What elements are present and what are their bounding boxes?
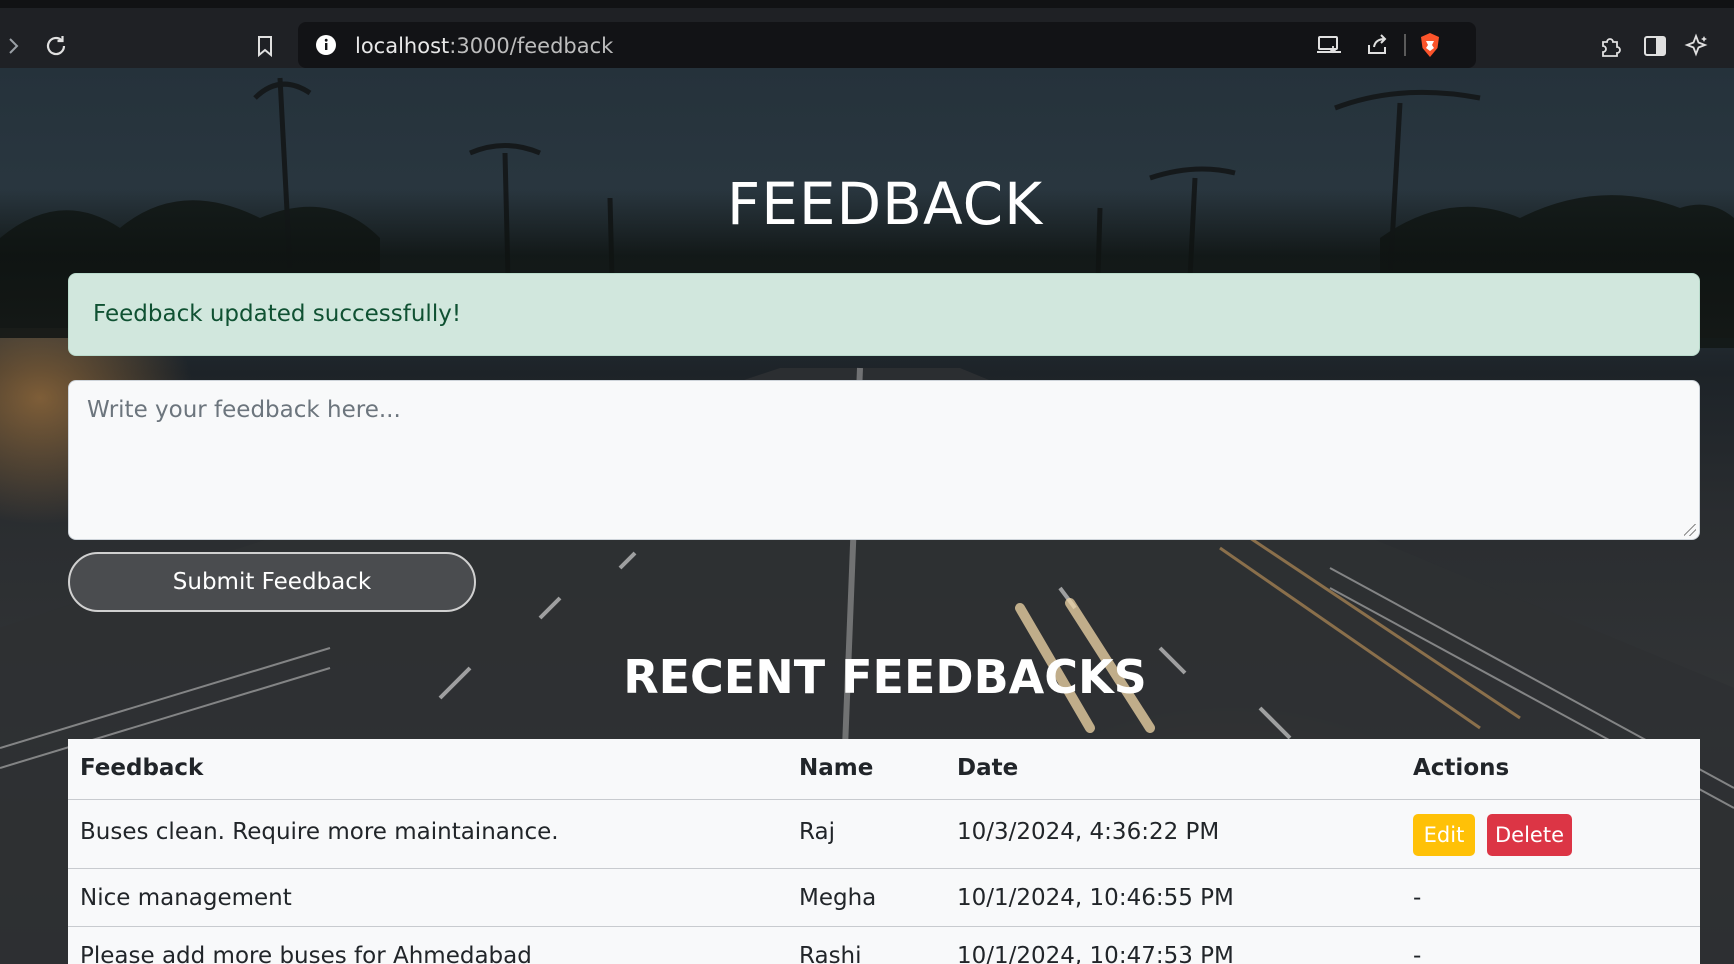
leo-icon[interactable] <box>1683 32 1711 60</box>
table-row: Buses clean. Require more maintainance. … <box>68 800 1700 869</box>
reload-icon[interactable] <box>42 32 70 60</box>
row-actions: - <box>1413 943 1422 964</box>
success-alert: Feedback updated successfully! <box>68 273 1700 356</box>
feedback-placeholder: Write your feedback here... <box>87 397 401 423</box>
feedback-table: Feedback Name Date Actions Buses clean. … <box>68 739 1700 964</box>
row-feedback: Nice management <box>80 885 292 911</box>
url-host: localhost <box>355 34 450 58</box>
resize-handle-icon[interactable] <box>1684 524 1696 536</box>
table-row: Nice management Megha 10/1/2024, 10:46:5… <box>68 869 1700 927</box>
share-icon[interactable] <box>1363 31 1391 59</box>
table-header: Feedback Name Date Actions <box>68 739 1700 800</box>
extensions-icon[interactable] <box>1596 32 1624 60</box>
url-path: :3000/feedback <box>449 34 614 58</box>
row-actions: - <box>1413 885 1422 911</box>
row-name: Megha <box>799 885 877 911</box>
bookmark-icon[interactable] <box>251 32 279 60</box>
feedback-textarea[interactable]: Write your feedback here... <box>68 380 1700 540</box>
address-bar[interactable]: localhost:3000/feedback <box>298 22 1476 68</box>
toolbar-separator <box>1404 34 1406 56</box>
row-feedback: Please add more buses for Ahmedabad <box>80 943 532 964</box>
feedback-page: FEEDBACK Feedback updated successfully! … <box>0 68 1734 964</box>
row-feedback: Buses clean. Require more maintainance. <box>80 819 559 845</box>
table-row: Please add more buses for Ahmedabad Rash… <box>68 927 1700 964</box>
url-text: localhost:3000/feedback <box>355 34 613 58</box>
brave-shield-icon[interactable] <box>1416 31 1444 59</box>
cast-icon[interactable] <box>1315 31 1343 59</box>
row-name: Raj <box>799 819 835 845</box>
header-actions: Actions <box>1413 755 1510 781</box>
page-title: FEEDBACK <box>726 170 1044 238</box>
recent-feedbacks-title: RECENT FEEDBACKS <box>623 650 1147 704</box>
row-date: 10/1/2024, 10:46:55 PM <box>957 885 1234 911</box>
row-date: 10/1/2024, 10:47:53 PM <box>957 943 1234 964</box>
forward-icon[interactable] <box>0 32 28 60</box>
row-date: 10/3/2024, 4:36:22 PM <box>957 819 1220 845</box>
row-name: Rashi <box>799 943 862 964</box>
delete-button[interactable]: Delete <box>1487 814 1572 856</box>
submit-feedback-button[interactable]: Submit Feedback <box>68 552 476 612</box>
header-feedback: Feedback <box>80 755 204 781</box>
alert-text: Feedback updated successfully! <box>93 301 462 327</box>
header-name: Name <box>799 755 874 781</box>
info-icon[interactable] <box>312 31 340 59</box>
sidebar-icon[interactable] <box>1641 32 1669 60</box>
header-date: Date <box>957 755 1019 781</box>
browser-toolbar: localhost:3000/feedback <box>0 0 1734 68</box>
edit-button[interactable]: Edit <box>1413 814 1475 856</box>
